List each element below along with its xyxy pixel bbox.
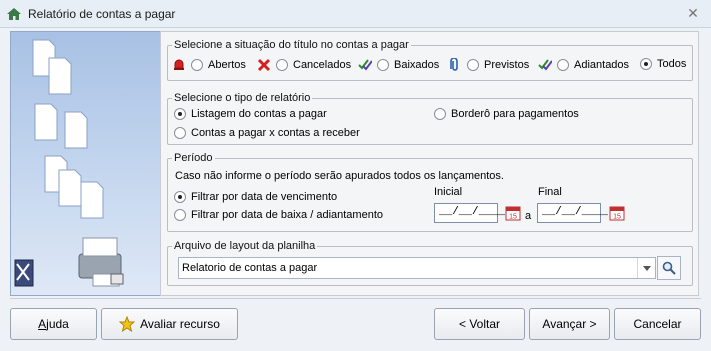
- calendar-icon[interactable]: 15: [609, 205, 625, 221]
- close-icon[interactable]: ✕: [685, 5, 701, 21]
- rate-feature-button[interactable]: Avaliar recurso: [101, 308, 238, 340]
- rate-feature-label: Avaliar recurso: [140, 317, 220, 331]
- radio-dot[interactable]: [377, 59, 389, 71]
- radio-previstos[interactable]: Previstos: [448, 58, 529, 72]
- radio-dot[interactable]: [174, 127, 186, 139]
- separator: [10, 298, 701, 299]
- radio-bordero[interactable]: Borderô para pagamentos: [434, 108, 579, 120]
- radio-dot[interactable]: [174, 191, 186, 203]
- radio-label: Listagem do contas a pagar: [191, 108, 327, 120]
- radio-cancelados[interactable]: Cancelados: [257, 58, 351, 72]
- radio-baixados[interactable]: Baixados: [358, 58, 439, 72]
- double-check-icon: [538, 59, 552, 71]
- radio-dot[interactable]: [557, 59, 569, 71]
- svg-text:15: 15: [613, 214, 621, 221]
- next-label: Avançar >: [542, 317, 597, 331]
- radio-vencimento[interactable]: Filtrar por data de vencimento: [174, 191, 337, 203]
- layout-file-select[interactable]: Relatorio de contas a pagar: [178, 257, 656, 279]
- arquivo-legend: Arquivo de layout da planilha: [174, 240, 316, 252]
- radio-label: Borderô para pagamentos: [451, 108, 579, 120]
- initial-date-input[interactable]: __/__/____: [434, 203, 505, 223]
- radio-label: Abertos: [208, 59, 246, 71]
- search-button[interactable]: [657, 256, 681, 280]
- window-title: Relatório de contas a pagar: [28, 7, 176, 21]
- radio-label: Contas a pagar x contas a receber: [191, 127, 360, 139]
- search-icon: [662, 261, 676, 275]
- next-button[interactable]: Avançar >: [529, 308, 610, 340]
- radio-dot[interactable]: [276, 59, 288, 71]
- radio-label: Todos: [657, 58, 687, 70]
- initial-date-label: Inicial: [434, 186, 463, 198]
- home-icon: [7, 8, 21, 20]
- radio-dot[interactable]: [467, 59, 479, 71]
- chevron-down-icon[interactable]: [637, 258, 655, 278]
- bell-icon: [174, 59, 184, 70]
- radio-todos[interactable]: Todos: [640, 58, 686, 70]
- situacao-legend: Selecione a situação do título no contas…: [174, 39, 409, 51]
- date-range-separator: a: [525, 210, 532, 222]
- radio-abertos[interactable]: Abertos: [172, 58, 246, 72]
- radio-label: Baixados: [394, 59, 440, 71]
- radio-label: Adiantados: [574, 59, 630, 71]
- double-check-icon: [358, 59, 372, 71]
- radio-baixa[interactable]: Filtrar por data de baixa / adiantamento: [174, 209, 383, 221]
- final-date-label: Final: [538, 186, 562, 198]
- title-bar: Relatório de contas a pagar ✕: [0, 0, 711, 28]
- periodo-note: Caso não informe o período serão apurado…: [175, 170, 504, 182]
- paperclip-icon: [450, 58, 458, 71]
- svg-text:15: 15: [509, 214, 517, 221]
- radio-listagem[interactable]: Listagem do contas a pagar: [174, 108, 327, 120]
- cancel-button[interactable]: Cancelar: [614, 308, 701, 340]
- radio-dot[interactable]: [191, 59, 203, 71]
- radio-dot[interactable]: [174, 108, 186, 120]
- back-button[interactable]: < Voltar: [434, 308, 525, 340]
- radio-pagar-receber[interactable]: Contas a pagar x contas a receber: [174, 127, 360, 139]
- radio-adiantados[interactable]: Adiantados: [538, 58, 629, 72]
- radio-dot[interactable]: [640, 58, 652, 70]
- radio-dot[interactable]: [174, 209, 186, 221]
- help-label: Ajuda: [38, 317, 69, 331]
- tipo-legend: Selecione o tipo de relatório: [174, 92, 311, 104]
- side-illustration: [10, 31, 162, 296]
- radio-label: Previstos: [484, 59, 530, 71]
- radio-label: Filtrar por data de baixa / adiantamento: [191, 209, 384, 221]
- documents-printer-illustration: [14, 39, 124, 287]
- periodo-legend: Período: [174, 152, 213, 164]
- radio-dot[interactable]: [434, 108, 446, 120]
- red-x-icon: [257, 58, 271, 72]
- radio-label: Cancelados: [293, 59, 352, 71]
- help-button[interactable]: Ajuda: [10, 308, 97, 340]
- layout-file-value: Relatorio de contas a pagar: [182, 262, 318, 274]
- back-label: < Voltar: [458, 317, 501, 331]
- calendar-icon[interactable]: 15: [505, 205, 521, 221]
- cancel-label: Cancelar: [633, 317, 682, 331]
- final-date-input[interactable]: __/__/____: [537, 203, 608, 223]
- radio-label: Filtrar por data de vencimento: [191, 191, 338, 203]
- star-icon: [119, 316, 136, 332]
